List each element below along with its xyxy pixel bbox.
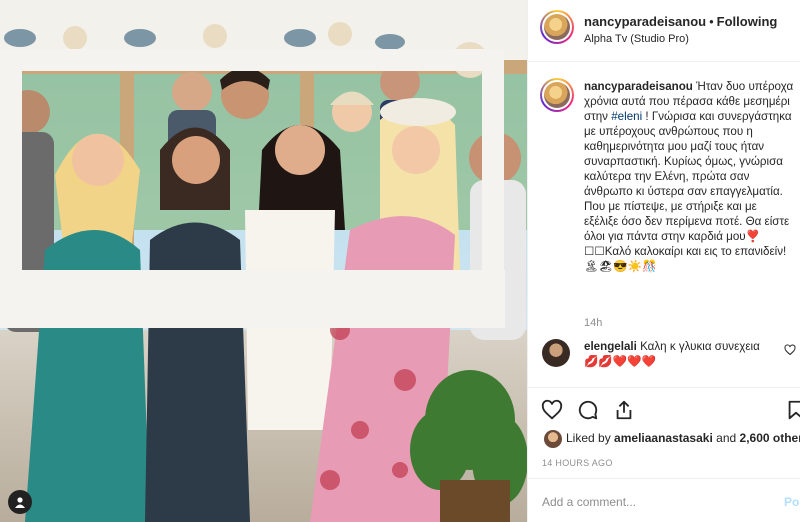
location-link[interactable]: Alpha Tv (Studio Pro) xyxy=(584,33,689,45)
instagram-post-view: nancyparadeisanou • Following Alpha Tv (St… xyxy=(0,0,800,522)
author-avatar[interactable] xyxy=(540,10,574,44)
like-button[interactable] xyxy=(540,398,564,422)
caption-username[interactable]: nancyparadeisanou xyxy=(584,80,693,93)
comment-like-heart-icon[interactable] xyxy=(784,344,796,356)
likes-prefix: Liked by xyxy=(566,431,611,446)
following-button[interactable]: Following xyxy=(717,14,778,29)
likes-count-link[interactable]: 2,600 others xyxy=(740,431,800,445)
caption-hashtag[interactable]: #eleni xyxy=(611,110,642,123)
separator-dot: • xyxy=(709,14,714,29)
post-side-panel: nancyparadeisanou • Following Alpha Tv (St… xyxy=(527,0,800,522)
header-user-line: nancyparadeisanou • Following xyxy=(584,14,777,29)
tagged-users-icon[interactable] xyxy=(8,490,32,514)
caption-time: 14h xyxy=(584,317,603,329)
commenter-avatar[interactable] xyxy=(542,339,570,367)
post-header: nancyparadeisanou • Following Alpha Tv (St… xyxy=(528,0,800,62)
post-timestamp: 14 HOURS AGO xyxy=(542,458,613,468)
person-icon xyxy=(15,497,25,508)
liker-avatar[interactable] xyxy=(544,430,562,448)
author-username[interactable]: nancyparadeisanou xyxy=(584,14,706,29)
add-comment-input[interactable]: Add a comment... xyxy=(542,495,636,509)
comments-section: nancyparadeisanou Ήταν δυο υπέροχα χρόνι… xyxy=(528,62,800,388)
post-caption: nancyparadeisanou Ήταν δυο υπέροχα χρόνι… xyxy=(584,79,794,274)
speech-bubble-icon xyxy=(578,400,598,420)
add-comment-bar: Add a comment... Post xyxy=(528,478,800,522)
caption-author-avatar[interactable] xyxy=(540,78,574,112)
post-actions-bar xyxy=(528,390,800,430)
heart-icon xyxy=(541,399,563,420)
post-photo[interactable] xyxy=(0,0,527,522)
likes-summary: Liked by ameliaanastasaki and 2,600 othe… xyxy=(544,430,800,448)
comment: elengelali Καλη κ γλυκια συνεχεια💋💋❤️❤️❤… xyxy=(584,339,764,369)
bookmark-icon xyxy=(788,400,800,420)
caption-text-end: ! Γνώρισα και συνεργάστηκα με υπέροχους … xyxy=(584,110,792,273)
save-button[interactable] xyxy=(784,398,800,422)
liker-username[interactable]: ameliaanastasaki xyxy=(614,431,713,445)
post-comment-button[interactable]: Post xyxy=(784,495,800,509)
share-icon xyxy=(616,400,632,420)
share-button[interactable] xyxy=(612,398,636,422)
comment-username[interactable]: elengelali xyxy=(584,340,637,353)
comment-button[interactable] xyxy=(576,398,600,422)
likes-middle: and xyxy=(716,431,737,446)
photo-illustration xyxy=(0,0,527,522)
